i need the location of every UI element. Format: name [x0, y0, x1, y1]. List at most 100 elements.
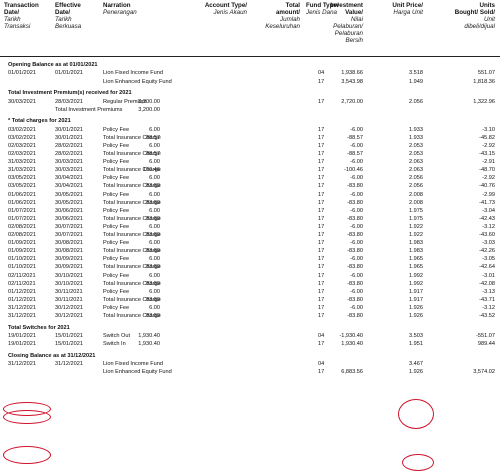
txn-date: 02/03/2021 — [8, 142, 36, 149]
txn-date: 01/12/2021 — [8, 288, 36, 295]
table-row: 02/03/2021 28/02/2021 Policy Fee 6.00 17 -6.0… — [0, 142, 500, 150]
section-heading: Total Switches for 2021 — [0, 324, 500, 332]
section-label: Total Investment Premium(s) received for… — [8, 90, 132, 97]
table-row: Lion Enhanced Equity Fund 17 6,883.56 1.926… — [0, 368, 500, 376]
units: -3.13 — [482, 288, 495, 295]
effective-date: 30/03/2021 — [55, 159, 83, 166]
table-row: 02/03/2021 28/02/2021 Total Insurance Char… — [0, 150, 500, 158]
fund-type: 17 — [318, 199, 325, 206]
effective-date: 30/12/2021 — [55, 304, 83, 311]
investment-value: -88.57 — [347, 134, 363, 141]
col-account-type: Account Type/Jenis Akaun — [204, 2, 247, 16]
total-amount: 83.80 — [146, 183, 160, 190]
unit-price: 1.922 — [409, 232, 423, 238]
txn-date: 01/07/2021 — [8, 207, 36, 214]
effective-date: 30/08/2021 — [55, 248, 83, 255]
fund-type: 17 — [318, 126, 325, 133]
total-amount: 3,200.00 — [138, 106, 160, 113]
investment-value: -83.80 — [347, 313, 363, 319]
narration: Policy Fee — [103, 175, 130, 182]
col-total-amount: Total amount/ Jumlah Keseluruhan — [265, 2, 300, 30]
txn-date: 31/12/2021 — [8, 361, 36, 368]
fund-type: 04 — [318, 361, 325, 368]
fund-type: 17 — [318, 280, 325, 287]
narration: Lion Enhanced Equity Fund — [103, 78, 172, 85]
col-effective-date: Effective Date/ Tarikh Berkuasa — [55, 2, 82, 30]
fund-type: 17 — [318, 240, 325, 247]
col-units: Units Bought/ Sold/ Unit dibeli/dijual — [454, 2, 495, 30]
units: 989.44 — [477, 341, 495, 348]
investment-value: -6.00 — [350, 256, 363, 263]
investment-value: -6.00 — [350, 207, 363, 214]
circle-annotation — [402, 454, 434, 471]
effective-date: 28/02/2021 — [55, 151, 83, 157]
effective-date: 30/10/2021 — [55, 280, 83, 287]
units: -42.26 — [479, 248, 495, 255]
txn-date: 31/12/2021 — [8, 313, 36, 319]
narration: Policy Fee — [103, 126, 130, 133]
effective-date: 30/04/2021 — [55, 183, 83, 190]
investment-value: -6.00 — [350, 288, 363, 295]
table-row: Lion Enhanced Equity Fund 17 3,543.98 1.949… — [0, 78, 500, 86]
effective-date: 01/01/2021 — [55, 70, 83, 77]
txn-date: 01/09/2021 — [8, 248, 36, 255]
section-heading: * Total charges for 2021 — [0, 117, 500, 125]
effective-date: 30/01/2021 — [55, 134, 83, 141]
total-amount: 100.46 — [142, 167, 160, 174]
table-row: 01/12/2021 30/11/2021 Policy Fee 6.00 17 -6.0… — [0, 288, 500, 296]
narration: Switch Out — [103, 333, 131, 339]
table-row: 03/02/2021 30/01/2021 Policy Fee 6.00 17 -6.0… — [0, 126, 500, 134]
table-row: 19/01/2021 15/01/2021 Switch Out 1,930.40 04… — [0, 332, 500, 340]
total-amount: 83.80 — [146, 232, 160, 238]
investment-value: -83.80 — [347, 183, 363, 190]
fund-type: 17 — [318, 313, 325, 319]
effective-date: 28/02/2021 — [55, 142, 83, 149]
narration: Policy Fee — [103, 207, 130, 214]
table-row: 03/02/2021 30/01/2021 Total Insurance Char… — [0, 134, 500, 142]
table-row: 01/10/2021 30/09/2021 Policy Fee 6.00 17 -6.0… — [0, 255, 500, 263]
units: -43.52 — [479, 313, 495, 319]
effective-date: 31/12/2021 — [55, 361, 83, 368]
fund-type: 04 — [318, 70, 325, 77]
total-amount: 6.00 — [149, 272, 160, 279]
unit-price: 1.926 — [409, 304, 423, 311]
effective-date: 30/03/2021 — [55, 167, 83, 174]
effective-date: 30/09/2021 — [55, 256, 83, 263]
unit-price: 1.992 — [409, 272, 423, 279]
units: -42.08 — [479, 280, 495, 287]
fund-type: 17 — [318, 272, 325, 279]
units: 1,818.36 — [473, 78, 495, 85]
unit-price: 1.917 — [409, 288, 423, 295]
txn-date: 01/07/2021 — [8, 215, 36, 222]
fund-type: 17 — [318, 369, 325, 376]
unit-price: 1.933 — [409, 126, 423, 133]
table-row: 03/05/2021 30/04/2021 Policy Fee 6.00 17 -6.0… — [0, 174, 500, 182]
units: 1,322.96 — [473, 98, 495, 105]
units: 551.07 — [477, 70, 495, 77]
effective-date: 30/05/2021 — [55, 199, 83, 206]
fund-type: 17 — [318, 183, 325, 190]
units: -3.10 — [482, 126, 495, 133]
units: -3.05 — [482, 256, 495, 263]
unit-price: 1.917 — [409, 296, 423, 303]
total-amount: 6.00 — [149, 175, 160, 182]
unit-price: 1.965 — [409, 256, 423, 263]
fund-type: 17 — [318, 296, 325, 303]
table-row: 31/12/2021 30/12/2021 Policy Fee 6.00 17 -6.0… — [0, 304, 500, 312]
units: -43.60 — [479, 232, 495, 238]
total-amount: 88.57 — [146, 134, 160, 141]
unit-price: 1.933 — [409, 134, 423, 141]
fund-type: 17 — [318, 98, 325, 105]
units: -3.01 — [482, 272, 495, 279]
unit-price: 1.965 — [409, 264, 423, 271]
unit-price: 3.467 — [409, 361, 423, 368]
units: -41.73 — [479, 199, 495, 206]
units: -3.04 — [482, 207, 495, 214]
txn-date: 31/12/2021 — [8, 304, 36, 311]
table-row: 01/09/2021 30/08/2021 Total Insurance Char… — [0, 247, 500, 255]
investment-value: -6.00 — [350, 304, 363, 311]
fund-type: 17 — [318, 215, 325, 222]
circle-annotation — [3, 402, 51, 416]
investment-value: -6.00 — [350, 240, 363, 247]
investment-value: 1,938.66 — [341, 70, 363, 77]
